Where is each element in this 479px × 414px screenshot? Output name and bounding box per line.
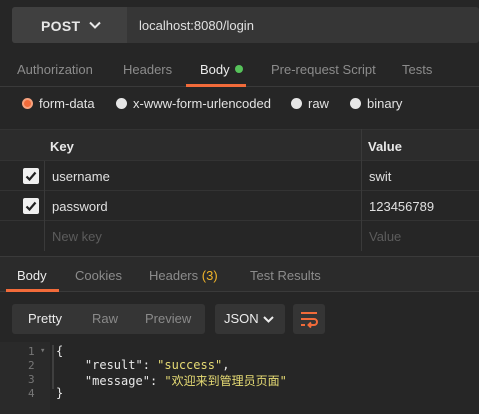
wrap-lines-button[interactable]	[293, 304, 325, 334]
line-number: 3	[28, 373, 35, 386]
line-number: 1	[28, 345, 35, 358]
response-tab-cookies[interactable]: Cookies	[75, 268, 122, 283]
row-key[interactable]: password	[52, 199, 108, 214]
tab-authorization[interactable]: Authorization	[17, 62, 93, 77]
tab-pre-request-script[interactable]: Pre-request Script	[271, 62, 376, 77]
table-row-new: New key Value	[0, 221, 479, 251]
line-number: 4	[28, 387, 35, 400]
method-label: POST	[41, 18, 81, 34]
code-line: "result": "success",	[56, 358, 230, 372]
json-key: "result"	[84, 358, 143, 372]
radio-icon	[350, 98, 361, 109]
new-key-input[interactable]: New key	[52, 229, 102, 244]
radio-urlencoded[interactable]: x-www-form-urlencoded	[116, 96, 271, 111]
wrap-lines-icon	[301, 312, 318, 328]
row-key[interactable]: username	[52, 169, 110, 184]
json-sep: :	[142, 358, 158, 372]
new-value-input[interactable]: Value	[369, 229, 401, 244]
tab-headers[interactable]: Headers	[123, 62, 172, 77]
body-status-dot	[234, 65, 243, 73]
active-response-tab-indicator	[6, 289, 59, 292]
header-value: Value	[368, 139, 402, 154]
active-tab-indicator	[186, 84, 246, 87]
indent-guide	[52, 345, 54, 389]
table-row: password 123456789	[0, 191, 479, 221]
radio-icon	[291, 98, 302, 109]
checkmark-icon	[25, 171, 37, 182]
checkmark-icon	[25, 201, 37, 212]
form-data-table: Key Value username swit password 1234567…	[0, 129, 479, 251]
code-line: {	[56, 344, 64, 358]
view-preview-button[interactable]: Preview	[145, 311, 191, 326]
headers-count-badge: (3)	[201, 268, 218, 283]
row-value[interactable]: swit	[369, 169, 391, 184]
line-gutter: 1 ▾ 2 3 4	[0, 342, 50, 414]
url-bar: POST localhost:8080/login	[12, 7, 479, 43]
column-divider	[44, 161, 45, 251]
chevron-down-icon	[89, 21, 101, 29]
json-sep: :	[149, 374, 165, 388]
response-tab-headers-label: Headers	[149, 268, 199, 283]
request-tabs: Authorization Headers Body Pre-request S…	[0, 54, 479, 87]
json-comma: ,	[222, 358, 230, 372]
response-tabs: Body Cookies Headers (3) Test Results	[0, 256, 479, 292]
method-dropdown[interactable]: POST	[12, 7, 127, 43]
row-checkbox[interactable]	[23, 198, 39, 214]
radio-label: binary	[367, 96, 403, 111]
response-body-editor[interactable]: 1 ▾ 2 3 4 { "result": "success", "messag…	[0, 342, 479, 414]
radio-binary[interactable]: binary	[350, 96, 402, 111]
radio-form-data[interactable]: form-data	[22, 96, 95, 111]
response-tab-body[interactable]: Body	[17, 268, 47, 283]
code-line: }	[56, 386, 64, 400]
column-divider	[361, 129, 362, 251]
view-pretty-button[interactable]: Pretty	[28, 311, 62, 326]
response-tab-test-results[interactable]: Test Results	[250, 268, 321, 283]
row-checkbox[interactable]	[23, 168, 39, 184]
view-raw-button[interactable]: Raw	[92, 311, 118, 326]
format-label: JSON	[224, 311, 259, 326]
radio-label: raw	[308, 96, 329, 111]
json-key: "message"	[84, 374, 150, 388]
row-value[interactable]: 123456789	[369, 199, 434, 214]
tab-tests[interactable]: Tests	[402, 62, 432, 77]
radio-icon	[116, 98, 127, 109]
radio-label: x-www-form-urlencoded	[133, 96, 271, 111]
tab-body-label: Body	[200, 62, 230, 77]
radio-raw[interactable]: raw	[291, 96, 329, 111]
table-row: username swit	[0, 161, 479, 191]
radio-label: form-data	[39, 96, 95, 111]
radio-selected-icon	[22, 98, 33, 109]
chevron-down-icon	[263, 316, 274, 323]
url-input[interactable]: localhost:8080/login	[139, 18, 254, 33]
table-header: Key Value	[0, 129, 479, 161]
view-mode-group: Pretty Raw Preview	[12, 304, 205, 334]
tab-body[interactable]: Body	[200, 62, 243, 77]
json-string: "success"	[157, 358, 223, 372]
body-type-selector: form-data x-www-form-urlencoded raw bina…	[0, 92, 479, 118]
code-line: "message": "欢迎来到管理员页面"	[56, 372, 287, 389]
fold-arrow-icon[interactable]: ▾	[40, 346, 45, 356]
response-tab-headers[interactable]: Headers (3)	[149, 268, 218, 283]
json-string: "欢迎来到管理员页面"	[164, 374, 287, 388]
line-number: 2	[28, 359, 35, 372]
format-dropdown[interactable]: JSON	[215, 304, 285, 334]
header-key: Key	[50, 139, 74, 154]
